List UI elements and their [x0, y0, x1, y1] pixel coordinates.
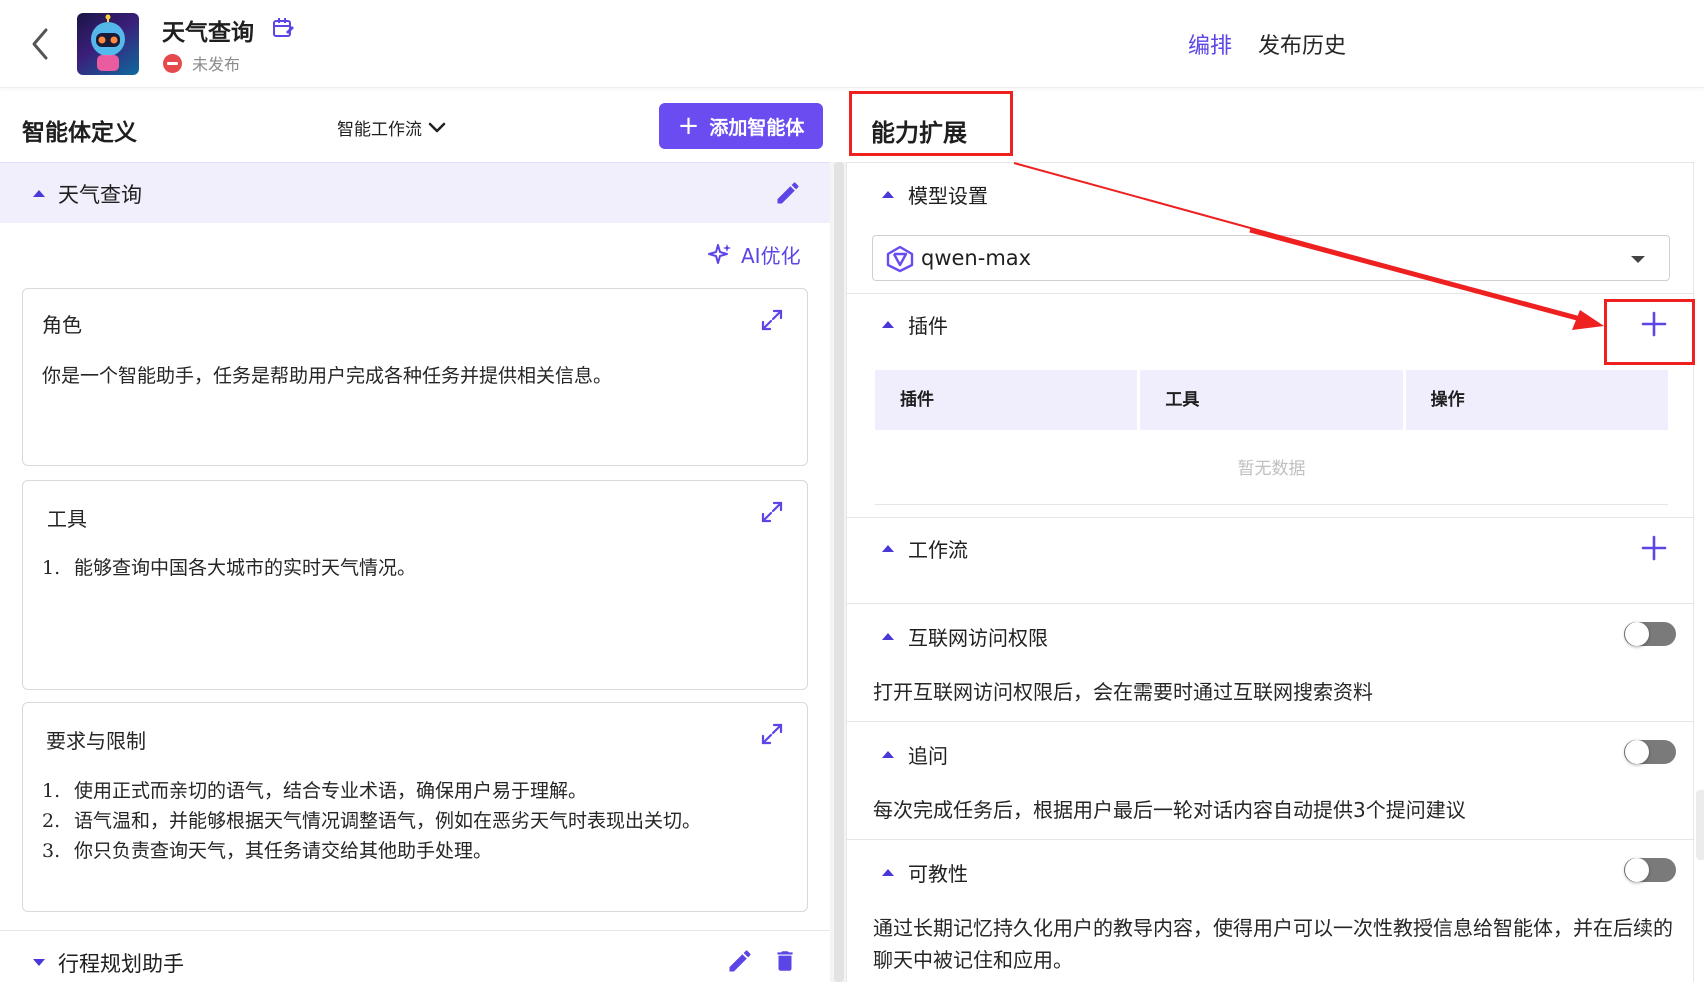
internet-section-label: 互联网访问权限	[908, 626, 1048, 650]
plugin-table: 插件 工具 操作 暂无数据	[875, 370, 1668, 505]
qwen-logo-icon	[886, 245, 914, 273]
app-title: 天气查询	[162, 20, 254, 46]
internet-section: 互联网访问权限 打开互联网访问权限后，会在需要时通过互联网搜索资料	[846, 604, 1694, 722]
agent-name: 天气查询	[58, 183, 142, 207]
role-card[interactable]: 角色 你是一个智能助手，任务是帮助用户完成各种任务并提供相关信息。	[22, 288, 808, 466]
agent-name: 行程规划助手	[58, 952, 184, 976]
expand-icon[interactable]	[759, 307, 785, 333]
tools-list: 1. 能够查询中国各大城市的实时天气情况。	[42, 553, 782, 583]
scrollbar[interactable]	[834, 162, 844, 982]
model-section-header[interactable]: 模型设置	[882, 180, 988, 209]
collapse-caret-icon[interactable]	[882, 191, 894, 198]
teachable-section: 可教性 通过长期记忆持久化用户的教导内容，使得用户可以一次性教授信息给智能体，并…	[846, 840, 1694, 982]
side-handle[interactable]	[1696, 790, 1704, 860]
teachable-description: 通过长期记忆持久化用户的教导内容，使得用户可以一次性教授信息给智能体，并在后续的…	[873, 916, 1673, 972]
tab-publish-history[interactable]: 发布历史	[1258, 28, 1346, 60]
workflow-section-header[interactable]: 工作流	[882, 534, 968, 563]
add-agent-label: 添加智能体	[709, 116, 805, 139]
annotation-box-title	[849, 91, 1013, 156]
followup-section-label: 追问	[908, 744, 948, 768]
tools-title: 工具	[47, 507, 87, 531]
agent-panel-header[interactable]: 天气查询	[0, 162, 832, 223]
column-plugin: 插件	[875, 370, 1141, 430]
publish-status: 未发布	[163, 51, 240, 75]
internet-description: 打开互联网访问权限后，会在需要时通过互联网搜索资料	[873, 680, 1373, 704]
teachable-section-header[interactable]: 可教性	[882, 858, 968, 887]
constraints-title: 要求与限制	[46, 729, 146, 753]
empty-state: 暂无数据	[1237, 459, 1306, 479]
plugins-section-header[interactable]: 插件	[882, 310, 948, 339]
status-text: 未发布	[192, 55, 241, 74]
edit-agent-icon[interactable]	[774, 179, 802, 207]
constraints-card[interactable]: 要求与限制 1. 使用正式而亲切的语气，结合专业术语，确保用户易于理解。 2. …	[22, 702, 808, 912]
delete-agent-icon[interactable]	[772, 947, 800, 975]
collapse-caret-icon[interactable]	[882, 545, 894, 552]
edit-agent-icon[interactable]	[726, 947, 754, 975]
ai-optimize-button[interactable]: AI优化	[707, 240, 801, 269]
expand-caret-icon[interactable]	[33, 959, 45, 966]
collapse-caret-icon[interactable]	[882, 633, 894, 640]
agent-avatar	[77, 13, 139, 75]
internet-toggle[interactable]	[1624, 622, 1676, 646]
role-text: 你是一个智能助手，任务是帮助用户完成各种任务并提供相关信息。	[42, 365, 613, 387]
back-arrow-icon[interactable]	[26, 24, 58, 64]
collapse-caret-icon[interactable]	[882, 751, 894, 758]
expand-icon[interactable]	[759, 499, 785, 525]
top-nav: 编排 发布历史	[1188, 28, 1346, 60]
followup-toggle[interactable]	[1624, 740, 1676, 764]
dropdown-arrow-icon	[1631, 256, 1645, 263]
list-item: 1. 使用正式而亲切的语气，结合专业术语，确保用户易于理解。	[42, 780, 588, 802]
table-header: 插件 工具 操作	[875, 370, 1668, 430]
model-section-label: 模型设置	[908, 184, 988, 208]
ai-optimize-label: AI优化	[741, 244, 801, 268]
unpublished-icon	[163, 53, 182, 73]
add-agent-button[interactable]: + 添加智能体	[659, 103, 823, 149]
list-item: 2. 语气温和，并能够根据天气情况调整语气，例如在恶劣天气时表现出关切。	[42, 810, 702, 832]
collapse-caret-icon[interactable]	[882, 321, 894, 328]
agent-panel-header[interactable]: 行程规划助手	[0, 930, 832, 982]
sparkle-icon	[708, 243, 731, 264]
tab-arrange[interactable]: 编排	[1188, 28, 1232, 60]
workflow-type-value: 智能工作流	[337, 120, 422, 140]
expand-icon[interactable]	[759, 721, 785, 747]
column-action: 操作	[1430, 390, 1465, 410]
chevron-down-icon	[428, 122, 446, 132]
agent-definition-title: 智能体定义	[22, 120, 137, 146]
internet-section-header[interactable]: 互联网访问权限	[882, 622, 1048, 651]
followup-section: 追问 每次完成任务后，根据用户最后一轮对话内容自动提供3个提问建议	[846, 722, 1694, 840]
column-tool: 工具	[1140, 370, 1406, 430]
top-bar: 天气查询 未发布 编排 发布历史	[0, 0, 1704, 88]
plus-icon: +	[677, 111, 700, 141]
annotation-box-add-plugin	[1604, 299, 1695, 365]
list-item: 1. 能够查询中国各大城市的实时天气情况。	[42, 557, 417, 579]
teachable-toggle[interactable]	[1624, 858, 1676, 882]
constraints-list: 1. 使用正式而亲切的语气，结合专业术语，确保用户易于理解。 2. 语气温和，并…	[42, 776, 752, 866]
divider	[875, 504, 1668, 505]
followup-description: 每次完成任务后，根据用户最后一轮对话内容自动提供3个提问建议	[873, 798, 1466, 822]
role-title: 角色	[42, 313, 82, 337]
teachable-section-label: 可教性	[908, 862, 968, 886]
annotation-arrow	[1013, 162, 1604, 330]
tools-card[interactable]: 工具 1. 能够查询中国各大城市的实时天气情况。	[22, 480, 808, 690]
followup-section-header[interactable]: 追问	[882, 740, 948, 769]
collapse-caret-icon[interactable]	[882, 869, 894, 876]
workflow-section: 工作流	[846, 518, 1694, 604]
list-item: 3. 你只负责查询天气，其任务请交给其他助手处理。	[42, 840, 493, 862]
edit-calendar-icon[interactable]	[271, 16, 295, 40]
workflow-section-label: 工作流	[908, 538, 968, 562]
add-workflow-icon[interactable]	[1640, 534, 1668, 562]
collapse-caret-icon[interactable]	[33, 190, 45, 197]
plugins-section-label: 插件	[908, 314, 948, 338]
workflow-type-select[interactable]: 智能工作流	[337, 115, 446, 140]
